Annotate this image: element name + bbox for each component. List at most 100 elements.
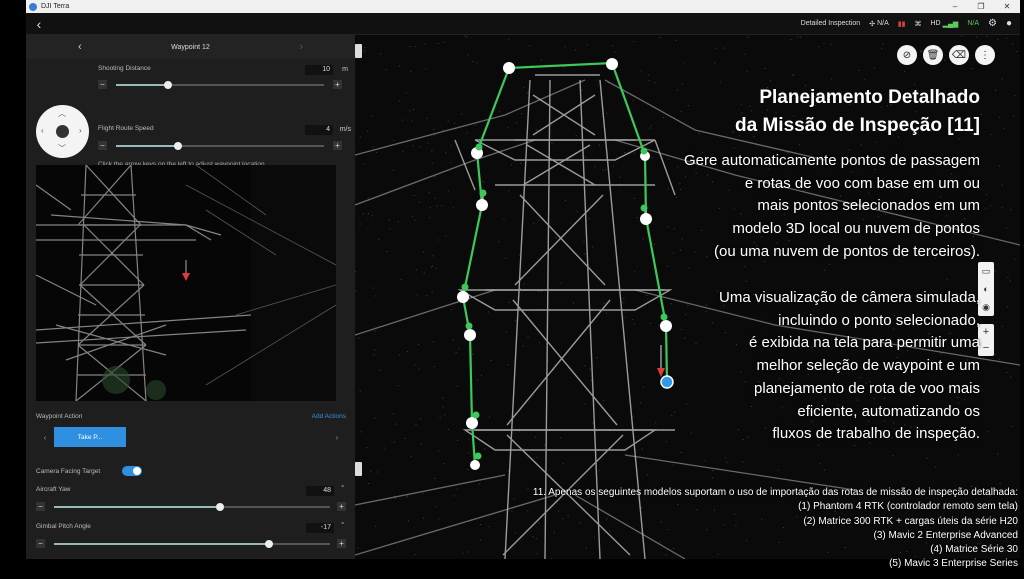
waypoint-action-section: Waypoint Action Add Actions ‹ Take P... …	[36, 413, 346, 447]
maximize-button[interactable]: ❐	[968, 2, 994, 11]
mode-label: Detailed Inspection	[800, 20, 861, 27]
layer-icon[interactable]: ▭	[982, 262, 991, 280]
zoom-control: + −	[978, 324, 994, 356]
shooting-distance-unit: m	[342, 66, 348, 73]
action-next-icon[interactable]: ›	[328, 433, 346, 442]
arrow-left-icon[interactable]: ‹	[41, 127, 44, 135]
aircraft-yaw-unit: °	[341, 485, 344, 492]
view-tools: ▭ ◐ ◉	[978, 262, 994, 316]
footnote-line: 11. Apenas os seguintes modelos suportam…	[532, 487, 1018, 498]
flight-speed-input[interactable]: 4	[305, 125, 333, 135]
prev-waypoint-button[interactable]: ‹	[78, 41, 82, 53]
footnote-line: (1) Phantom 4 RTK (controlador remoto se…	[798, 501, 1018, 513]
action-prev-icon[interactable]: ‹	[36, 433, 54, 442]
waypoint-header: ‹ Waypoint 12 ›	[26, 35, 355, 59]
p2-line: incluindo o ponto selecionado,	[778, 311, 980, 329]
zoom-in-button[interactable]: +	[978, 324, 994, 340]
arrow-down-icon[interactable]: ﹀	[58, 145, 66, 153]
minimize-button[interactable]: –	[942, 2, 968, 11]
waypoint-title: Waypoint 12	[171, 43, 210, 51]
shooting-distance-handle[interactable]	[164, 81, 172, 89]
map-toolbar: ⊘ 🗑 ⌫ ⋮	[897, 45, 995, 65]
flight-speed-increase-button[interactable]: +	[333, 141, 342, 150]
direction-pad[interactable]: ︿ ﹀ ‹ ›	[36, 105, 89, 158]
aircraft-yaw-handle[interactable]	[215, 503, 224, 511]
gimbal-pitch-decrease-button[interactable]: −	[36, 539, 45, 548]
signal-icon: ▂▄▆	[942, 20, 959, 28]
waypoint-panel: ‹ Waypoint 12 › ︿ ﹀ ‹ › Shooting Distanc…	[26, 35, 355, 559]
p2-line: eficiente, automatizando os	[797, 402, 980, 420]
shooting-distance-slider[interactable]	[116, 81, 324, 89]
gimbal-pitch-increase-button[interactable]: +	[337, 539, 346, 548]
rtk-value: N/A	[877, 20, 889, 27]
waypoint-action-label: Waypoint Action	[36, 413, 83, 420]
flight-speed-unit: m/s	[339, 126, 351, 133]
slide-paragraph-2: Uma visualização de câmera simulada, inc…	[620, 287, 980, 446]
app-window: DJI Terra – ❐ ✕ ‹ Detailed Inspection ✣ N…	[0, 0, 1024, 579]
collapse-panel-handle[interactable]	[355, 44, 362, 58]
gear-icon[interactable]: ⚙	[988, 18, 997, 29]
slide-title-line-2: da Missão de Inspeção [11]	[735, 115, 980, 136]
window-titlebar: DJI Terra – ❐ ✕	[26, 0, 1020, 13]
p2-line: Uma visualização de câmera simulada,	[719, 289, 980, 306]
shooting-distance-increase-button[interactable]: +	[333, 80, 342, 89]
shooting-distance-input[interactable]: 10	[305, 65, 333, 75]
shooting-distance-label: Shooting Distance	[98, 65, 151, 72]
arrow-up-icon[interactable]: ︿	[58, 110, 66, 118]
p2-line: melhor seleção de waypoint e um	[756, 357, 980, 375]
gimbal-pitch-unit: °	[341, 522, 344, 529]
top-toolbar: ‹ Detailed Inspection ✣ N/A ▮▮ ⌘ HD ▂▄▆ N/…	[26, 13, 1020, 35]
gimbal-pitch-label: Gimbal Pitch Angle	[36, 523, 91, 530]
add-actions-link[interactable]: Add Actions	[312, 413, 346, 420]
footnote-line: (5) Mavic 3 Enterprise Series	[889, 558, 1018, 570]
flight-speed-decrease-button[interactable]: −	[98, 141, 107, 150]
camera-facing-toggle[interactable]	[122, 466, 142, 476]
p2-line: é exibida na tela para permitir uma	[749, 334, 980, 352]
aircraft-yaw-label: Aircraft Yaw	[36, 486, 71, 493]
shooting-distance-decrease-button[interactable]: −	[98, 80, 107, 89]
user-icon[interactable]: ●	[1006, 18, 1012, 29]
footnote-line: (3) Mavic 2 Enterprise Advanced	[873, 529, 1018, 541]
p1-line: mais pontos selecionados em um	[757, 197, 980, 215]
gimbal-pitch-slider[interactable]	[54, 540, 330, 548]
aircraft-yaw-increase-button[interactable]: +	[337, 502, 346, 511]
next-waypoint-button[interactable]: ›	[299, 41, 303, 53]
app-logo-icon	[29, 2, 37, 11]
slide-title-line-1: Planejamento Detalhado	[759, 87, 980, 108]
p1-line: (ou uma nuvem de pontos de terceiros).	[714, 242, 980, 260]
eraser-icon[interactable]: ⌫	[949, 45, 969, 65]
camera-preview	[36, 165, 336, 401]
waypoint-settings-icon[interactable]: ⋮	[975, 45, 995, 65]
hd-status: HD ▂▄▆	[930, 20, 958, 28]
arrow-right-icon[interactable]: ›	[79, 127, 82, 135]
rtk-icon: ✣	[869, 20, 876, 28]
aircraft-yaw-slider[interactable]	[54, 503, 330, 511]
gimbal-pitch-fill	[54, 543, 270, 545]
gimbal-pitch-handle[interactable]	[265, 540, 274, 548]
compass-icon[interactable]: ◐	[983, 280, 988, 298]
aircraft-yaw-input[interactable]: 48	[306, 486, 334, 496]
signal-status: N/A	[967, 20, 979, 27]
p2-line: planejamento de rota de voo mais	[754, 379, 980, 397]
aircraft-yaw-decrease-button[interactable]: −	[36, 502, 45, 511]
settings-dot-icon[interactable]: ◉	[982, 298, 990, 316]
back-button[interactable]: ‹	[26, 16, 52, 32]
slide-footnote: 11. Apenas os seguintes modelos suportam…	[458, 486, 1018, 572]
rtk-status: ✣ N/A	[869, 20, 889, 28]
hide-route-icon[interactable]: ⊘	[897, 45, 917, 65]
take-photo-action-button[interactable]: Take P...	[54, 427, 126, 447]
expand-bottom-handle[interactable]	[355, 462, 362, 476]
flight-speed-handle[interactable]	[174, 142, 183, 150]
gimbal-pitch-input[interactable]: -17	[306, 523, 334, 533]
p1-line: modelo 3D local ou nuvem de pontos	[732, 220, 980, 238]
camera-facing-label: Camera Facing Target	[36, 468, 101, 475]
controller-status: ⌘	[914, 20, 921, 28]
slide-title: Planejamento Detalhado da Missão de Insp…	[660, 84, 980, 140]
close-button[interactable]: ✕	[994, 2, 1020, 11]
battery-icon: ▮▮	[897, 20, 906, 28]
action-list: ‹ Take P... ›	[36, 425, 346, 449]
flight-speed-slider[interactable]	[116, 142, 324, 150]
flight-speed-label: Flight Route Speed	[98, 125, 154, 132]
delete-icon[interactable]: 🗑	[923, 45, 943, 65]
zoom-out-button[interactable]: −	[978, 340, 994, 356]
